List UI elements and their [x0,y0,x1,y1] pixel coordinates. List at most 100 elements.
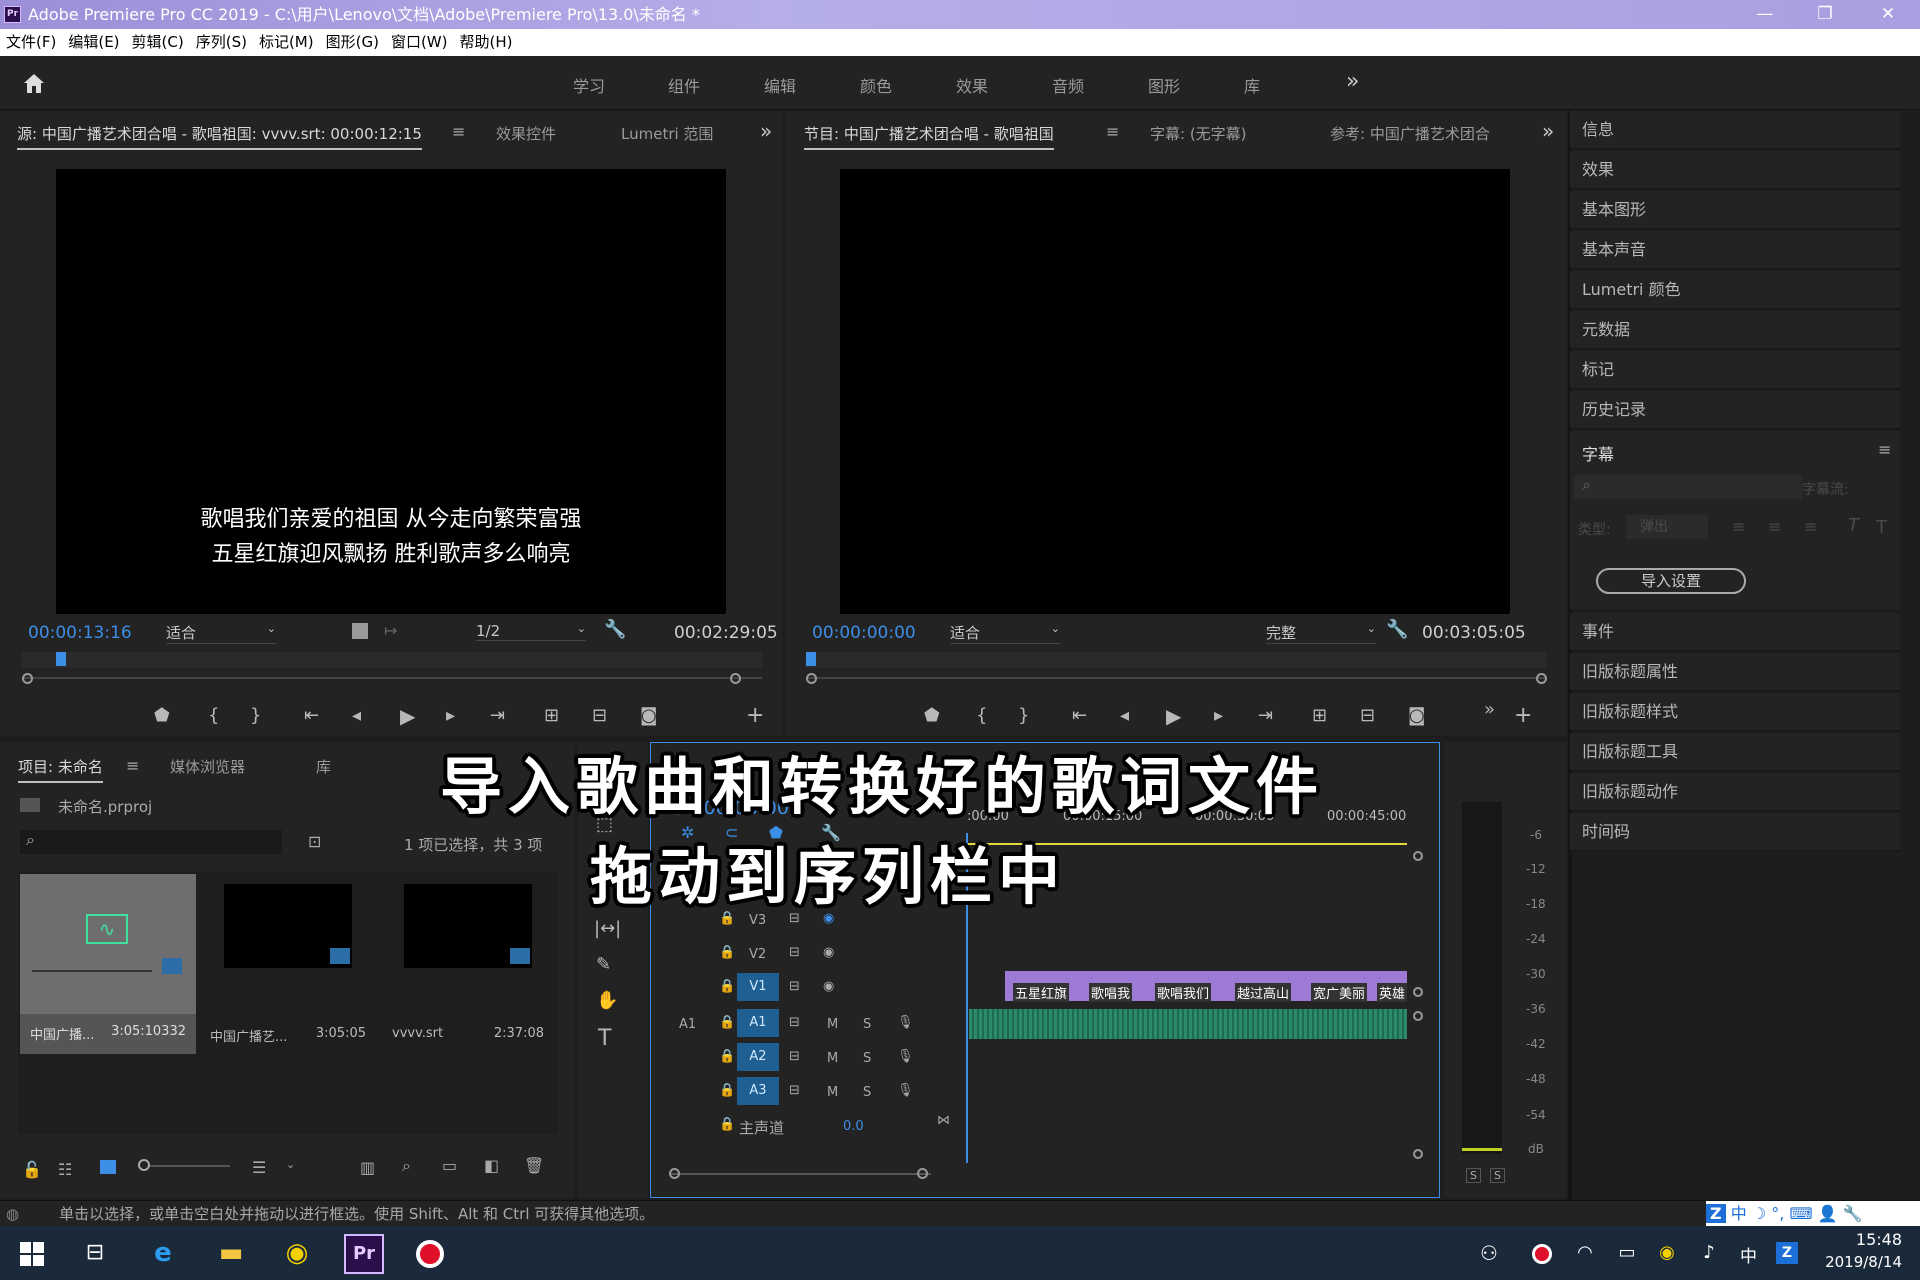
mute-button[interactable]: M [827,1085,838,1100]
mute-button[interactable]: M [827,1051,838,1066]
new-item-icon[interactable]: ◧ [484,1156,499,1175]
panel-info[interactable]: 信息 [1570,111,1900,149]
zoom-slider-handle[interactable] [138,1159,150,1171]
panel-metadata[interactable]: 元数据 [1570,311,1900,349]
panel-history[interactable]: 历史记录 [1570,391,1900,429]
extract-icon[interactable]: ⊟ [1360,705,1375,726]
panel-legacy-title-actions[interactable]: 旧版标题动作 [1570,773,1900,811]
go-to-in-icon[interactable]: ⇤ [304,705,319,726]
panel-events[interactable]: 事件 [1570,613,1900,651]
go-to-end-icon[interactable]: ⋈ [937,1113,950,1128]
panel-essential-sound[interactable]: 基本声音 [1570,231,1900,269]
menu-marker[interactable]: 标记(M) [259,33,314,51]
add-button-icon[interactable]: + [746,703,764,728]
solo-button[interactable]: S [863,1085,871,1100]
ime-user-icon[interactable]: 👤 [1818,1204,1838,1223]
panel-markers[interactable]: 标记 [1570,351,1900,389]
step-forward-icon[interactable]: ▸ [1214,705,1223,726]
insert-clip-icon[interactable]: ⊞ [544,705,559,726]
panel-legacy-title-properties[interactable]: 旧版标题属性 [1570,653,1900,691]
more-tabs-icon[interactable]: » [1542,119,1554,143]
align-center-icon[interactable]: ≡ [1768,517,1781,536]
mark-in-icon[interactable]: { [976,705,987,726]
icon-view-icon[interactable] [100,1160,116,1174]
align-left-icon[interactable]: ≡ [1732,517,1745,536]
list-view-icon[interactable]: ☷ [58,1160,72,1179]
recorder-icon[interactable] [416,1240,444,1268]
wrench-icon[interactable]: 🔧 [604,619,626,640]
panel-menu-icon[interactable]: ≡ [126,756,139,775]
menu-window[interactable]: 窗口(W) [391,33,448,51]
solo-button[interactable]: S [863,1017,871,1032]
automate-to-sequence-icon[interactable]: ▥ [360,1158,375,1177]
panel-timecode[interactable]: 时间码 [1570,813,1900,851]
sync-lock-icon[interactable]: ⊟ [789,1015,800,1030]
microphone-icon[interactable]: 🎙 [897,1049,914,1064]
master-volume[interactable]: 0.0 [843,1119,864,1134]
panel-legacy-title-styles[interactable]: 旧版标题样式 [1570,693,1900,731]
program-zoom-bar[interactable] [806,677,1546,679]
recording-tray-icon[interactable] [1532,1244,1552,1264]
task-view-icon[interactable]: ⊟ [76,1234,114,1272]
scroll-handle[interactable] [1413,1149,1423,1159]
add-button-icon[interactable]: + [1514,703,1532,728]
minimize-button[interactable]: — [1735,0,1795,29]
captions-search-input[interactable]: ⌕ [1574,475,1802,499]
menu-file[interactable]: 文件(F) [6,33,56,51]
track-v1-label[interactable]: V1 [737,973,779,1001]
clock-time[interactable]: 15:48 [1822,1230,1902,1249]
chevron-down-icon[interactable]: ⌄ [286,1158,295,1171]
effect-controls-tab[interactable]: 效果控件 [496,123,556,144]
people-icon[interactable]: ⚇ [1470,1234,1508,1272]
zoom-handle-right[interactable] [1536,673,1547,684]
workspace-effects[interactable]: 效果 [956,73,988,97]
import-settings-button[interactable]: 导入设置 [1596,568,1746,594]
file-explorer-icon[interactable]: ▬ [212,1234,250,1272]
play-icon[interactable]: ▶ [400,704,415,728]
audio-clip-a1[interactable] [969,1009,1407,1039]
menu-clip[interactable]: 剪辑(C) [132,33,184,51]
sort-icon[interactable]: ☰ [252,1158,266,1177]
ime-punct-icon[interactable]: °, [1771,1204,1784,1223]
eye-icon[interactable]: ◉ [823,979,834,994]
add-marker-icon[interactable]: ⬟ [154,705,170,726]
caption-clip[interactable]: 五星红旗 [1013,983,1070,1002]
zoom-slider[interactable] [150,1165,230,1167]
source-resolution-dropdown[interactable]: 1/2 ⌄ [476,622,586,641]
reference-tab[interactable]: 参考: 中国广播艺术团合 [1330,123,1490,144]
track-a3-label[interactable]: A3 [737,1077,779,1105]
workspace-color[interactable]: 颜色 [860,73,892,97]
sync-lock-icon[interactable]: ⊟ [789,945,800,960]
close-button[interactable]: ✕ [1858,0,1918,29]
panel-essential-graphics[interactable]: 基本图形 [1570,191,1900,229]
scroll-handle[interactable] [1413,987,1423,997]
caption-clip[interactable]: 越过高山 [1235,983,1292,1002]
program-time-ruler[interactable] [806,652,1546,668]
program-quality-dropdown[interactable]: 完整 ⌄ [1266,622,1376,644]
project-item-video[interactable]: 中国广播艺... 3:05:05 [210,1026,366,1045]
mark-out-icon[interactable]: } [1018,705,1029,726]
project-item-audio-thumb[interactable]: ∿ [20,874,196,1014]
underline-icon[interactable]: T [1876,517,1887,538]
zoom-handle-left[interactable] [22,673,33,684]
source-zoom-bar[interactable] [22,677,762,679]
mute-button[interactable]: M [827,1017,838,1032]
go-to-in-icon[interactable]: ⇤ [1072,705,1087,726]
source-patch-a1[interactable]: A1 [679,1017,696,1032]
project-item-audio[interactable]: 中国广播... 3:05:10332 [20,1014,196,1054]
track-a1-label[interactable]: A1 [737,1009,779,1037]
lock-icon[interactable]: 🔒 [719,1015,735,1030]
scroll-handle[interactable] [1413,851,1423,861]
workspace-assembly[interactable]: 组件 [668,73,700,97]
go-to-out-icon[interactable]: ⇥ [490,705,505,726]
lock-icon[interactable]: 🔒 [719,979,735,994]
timeline-zoom-bar[interactable] [671,1173,931,1175]
zoom-handle-right[interactable] [917,1168,928,1179]
lift-icon[interactable]: ⊞ [1312,705,1327,726]
music-player-icon[interactable]: ◉ [278,1234,316,1272]
play-icon[interactable]: ▶ [1166,704,1181,728]
hand-icon[interactable]: ✋ [596,990,618,1011]
italic-icon[interactable]: T [1848,515,1859,536]
settings-square-icon[interactable] [352,623,368,639]
program-tab[interactable]: 节目: 中国广播艺术团合唱 - 歌唱祖国 [804,123,1054,150]
